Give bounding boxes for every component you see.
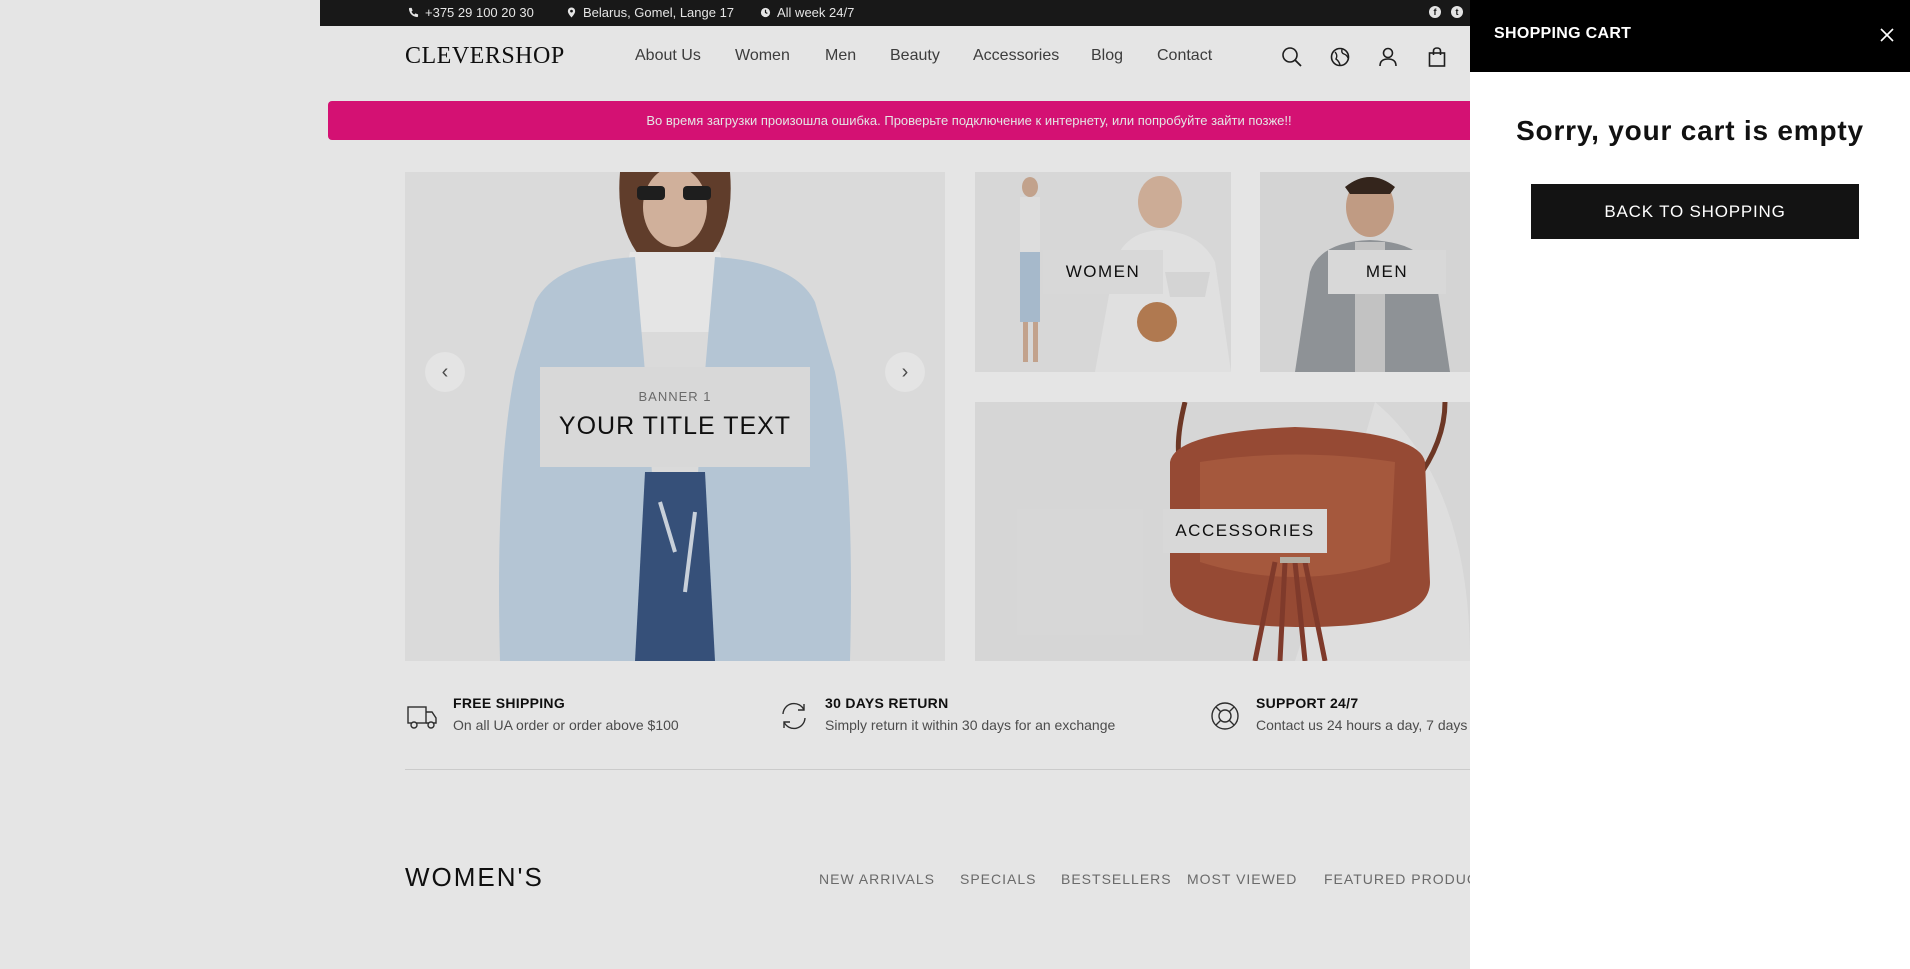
page-overlay[interactable]: [0, 0, 1470, 969]
cart-header: SHOPPING CART: [1470, 0, 1910, 72]
close-icon[interactable]: [1878, 26, 1896, 44]
shopping-cart-drawer: SHOPPING CART Sorry, your cart is empty …: [1470, 0, 1910, 969]
page: +375 29 100 20 30 Belarus, Gomel, Lange …: [0, 0, 1910, 969]
back-to-shopping-button[interactable]: BACK TO SHOPPING: [1531, 184, 1859, 239]
cart-title: SHOPPING CART: [1494, 25, 1632, 42]
cart-empty-message: Sorry, your cart is empty: [1516, 115, 1864, 146]
